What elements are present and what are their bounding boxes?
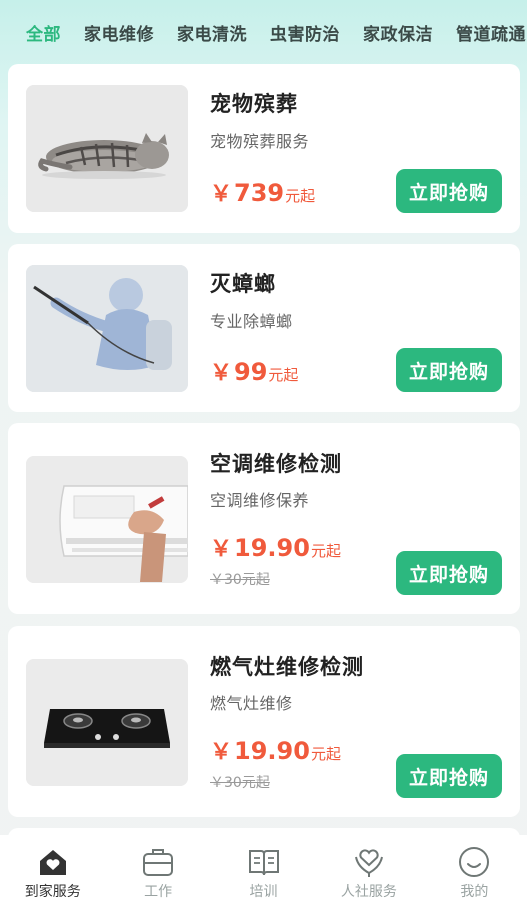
service-card-gas-stove[interactable]: 燃气灶维修检测 燃气灶维修 ￥ 19.90 元起 ￥30元起 立即抢购 [8, 626, 520, 817]
service-image-gas-stove [26, 659, 188, 786]
original-price: ￥30元起 [210, 572, 270, 588]
nav-label: 人社服务 [340, 884, 397, 900]
tab-pipe-dredging[interactable]: 管道疏通 [456, 20, 526, 45]
service-title: 燃气灶维修检测 [210, 655, 364, 679]
nav-label: 我的 [460, 884, 489, 900]
tab-appliance-cleaning[interactable]: 家电清洗 [177, 20, 247, 45]
nav-mine[interactable]: 我的 [422, 835, 527, 904]
heart-hands-icon [354, 849, 383, 877]
tab-all[interactable]: 全部 [26, 20, 61, 45]
price: ￥ 739 元起 [210, 179, 316, 207]
service-image-pest-control [26, 265, 188, 392]
tab-appliance-repair[interactable]: 家电维修 [84, 20, 154, 45]
service-subtitle: 专业除蟑螂 [210, 312, 293, 331]
service-title: 灭蟑螂 [210, 272, 276, 296]
buy-now-button[interactable]: 立即抢购 [396, 551, 502, 595]
nav-home-service[interactable]: 到家服务 [0, 835, 105, 904]
category-tabs: 全部 家电维修 家电清洗 虫害防治 家政保洁 管道疏通 [0, 0, 527, 64]
service-card-pet-funeral[interactable]: 宠物殡葬 宠物殡葬服务 ￥ 739 元起 立即抢购 [8, 64, 520, 233]
service-title: 空调维修检测 [210, 452, 342, 476]
nav-social-service[interactable]: 人社服务 [316, 835, 421, 904]
nav-label: 工作 [144, 884, 173, 900]
buy-now-button[interactable]: 立即抢购 [396, 169, 502, 213]
price: ￥ 19.90 元起 [210, 737, 341, 765]
book-icon [248, 850, 279, 876]
bottom-nav: 到家服务 工作 培训 人社服务 我的 [0, 835, 527, 904]
original-price: ￥30元起 [210, 775, 270, 791]
service-subtitle: 空调维修保养 [210, 491, 310, 510]
service-image-cat [26, 85, 188, 212]
nav-work[interactable]: 工作 [105, 835, 210, 904]
service-subtitle: 宠物殡葬服务 [210, 132, 310, 151]
price: ￥ 19.90 元起 [210, 534, 341, 562]
service-title: 宠物殡葬 [210, 92, 298, 116]
service-image-air-conditioner [26, 456, 188, 583]
nav-label: 培训 [249, 884, 278, 900]
tab-pest-control[interactable]: 虫害防治 [270, 20, 340, 45]
briefcase-icon [143, 849, 174, 876]
service-card-cockroach[interactable]: 灭蟑螂 专业除蟑螂 ￥ 99 元起 立即抢购 [8, 244, 520, 412]
buy-now-button[interactable]: 立即抢购 [396, 754, 502, 798]
smile-icon [459, 847, 490, 877]
service-card-ac-repair[interactable]: 空调维修检测 空调维修保养 ￥ 19.90 元起 ￥30元起 立即抢购 [8, 423, 520, 614]
price: ￥ 99 元起 [210, 358, 299, 386]
nav-training[interactable]: 培训 [211, 835, 316, 904]
home-heart-icon [39, 850, 66, 875]
nav-label: 到家服务 [24, 884, 81, 900]
service-subtitle: 燃气灶维修 [210, 694, 293, 713]
tab-housekeeping[interactable]: 家政保洁 [363, 20, 433, 45]
buy-now-button[interactable]: 立即抢购 [396, 348, 502, 392]
